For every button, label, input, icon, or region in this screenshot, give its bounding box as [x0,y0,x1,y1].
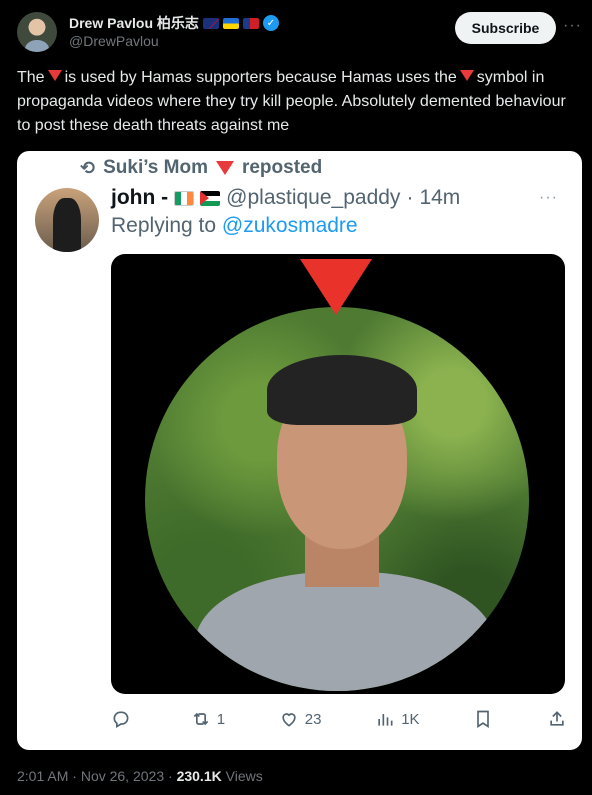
retweet-icon [193,712,208,726]
replying-to-line: Replying to @zukosmadre [111,214,358,238]
share-icon [550,711,564,726]
share-action [547,709,567,729]
australia-flag-icon [202,17,219,29]
ireland-flag-icon [174,190,195,206]
embedded-media [111,254,565,694]
repost-icon: ⟲ [80,157,96,178]
like-action: 23 [279,709,322,729]
profile-photo [145,307,529,691]
separator-dot: · [168,768,177,784]
repost-action: 1 [191,709,225,729]
subscribe-button[interactable]: Subscribe [455,12,556,44]
author-avatar[interactable] [17,12,57,52]
author-name-row: Drew Pavlou 柏乐志 ✓ [69,13,279,33]
photo-hair [267,355,417,425]
bookmark-action [473,709,493,729]
repost-indicator: ⟲ Suki’s Mom reposted [80,157,322,179]
red-triangle-emoji-icon [47,70,62,81]
embedded-avatar [35,188,99,252]
red-triangle-emoji-icon [215,161,234,175]
more-options-icon[interactable]: ··· [563,17,582,35]
views-count: 1K [401,710,420,728]
tweet-text: The is used by Hamas supporters because H… [17,66,577,138]
embedded-more-icon: ··· [539,189,558,206]
red-triangle-emoji-icon [300,259,372,315]
reposted-by-name: Suki’s Mom [103,157,208,178]
tweet-meta: 2:01 AM · Nov 26, 2023 · 230.1K Views [17,768,263,784]
tweet-date[interactable]: Nov 26, 2023 [81,768,164,784]
embedded-screenshot[interactable]: ⟲ Suki’s Mom reposted john - @plastique_… [17,151,582,750]
embedded-time: 14m [419,186,461,209]
views-count-bold: 230.1K [176,768,222,784]
tweet-text-part: is used by Hamas supporters because Hama… [64,69,457,86]
embedded-name-row: john - @plastique_paddy · 14m [111,186,460,210]
embedded-handle: @plastique_paddy [226,186,401,209]
heart-icon [282,713,296,727]
photo-shirt [195,572,495,691]
embedded-action-bar: 1 23 1K [111,704,567,734]
tweet-time[interactable]: 2:01 AM [17,768,68,784]
ukraine-flag-icon [222,17,239,29]
replying-label: Replying to [111,214,217,237]
reply-action [111,709,137,729]
taiwan-flag-icon [242,17,259,29]
replying-to-handle: @zukosmadre [221,214,358,237]
analytics-icon [378,714,393,726]
verified-badge-icon: ✓ [262,15,279,31]
views-label: Views [225,768,263,784]
separator-dot: · [72,768,81,784]
author-name[interactable]: Drew Pavlou 柏乐志 [69,13,199,33]
bookmark-icon [477,710,490,729]
separator-dot: · [406,186,414,209]
tweet-text-part: The [17,69,45,86]
author-handle[interactable]: @DrewPavlou [69,33,159,49]
reply-icon [113,711,129,728]
embedded-name: john - [111,186,169,209]
views-action: 1K [375,709,420,729]
repost-count: 1 [216,710,226,728]
reposted-label: reposted [241,157,323,178]
like-count: 23 [304,710,322,728]
palestine-flag-icon [200,190,221,206]
red-triangle-emoji-icon [459,70,474,81]
